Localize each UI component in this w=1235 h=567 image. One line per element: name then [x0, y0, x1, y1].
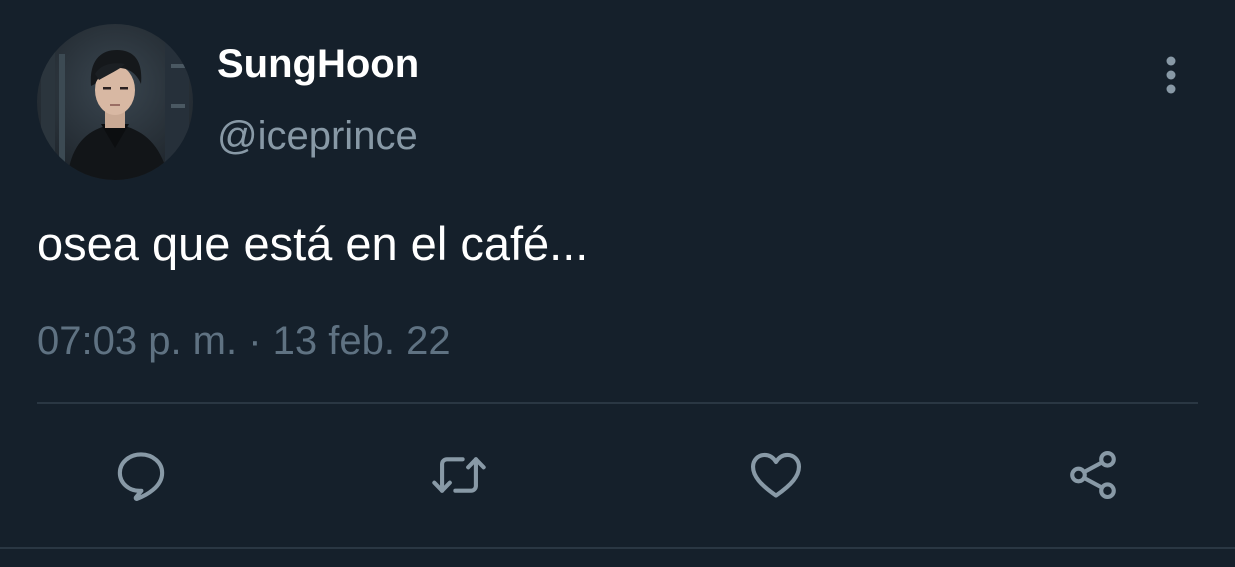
share-button[interactable] [1058, 440, 1128, 510]
tweet-text: osea que está en el café... [37, 217, 589, 270]
retweet-button[interactable] [424, 440, 494, 510]
divider [37, 402, 1198, 404]
profile-photo [37, 24, 193, 180]
bottom-divider [0, 547, 1235, 549]
author-display-name[interactable]: SungHoon [217, 40, 419, 88]
like-button[interactable] [741, 440, 811, 510]
author-handle[interactable]: @iceprince [217, 112, 418, 160]
retweet-arrows-icon [432, 457, 486, 493]
tweet-timestamp[interactable]: 07:03 p. m. · 13 feb. 22 [37, 317, 451, 365]
more-options-button[interactable] [1150, 52, 1192, 98]
share-nodes-icon [1070, 450, 1116, 500]
vertical-ellipsis-icon [1166, 56, 1176, 94]
reply-button[interactable] [106, 440, 176, 510]
avatar[interactable] [37, 24, 193, 180]
tweet-detail: SungHoon @iceprince osea que está en el … [0, 0, 1235, 567]
heart-outline-icon [750, 452, 802, 498]
speech-bubble-icon [117, 452, 165, 501]
